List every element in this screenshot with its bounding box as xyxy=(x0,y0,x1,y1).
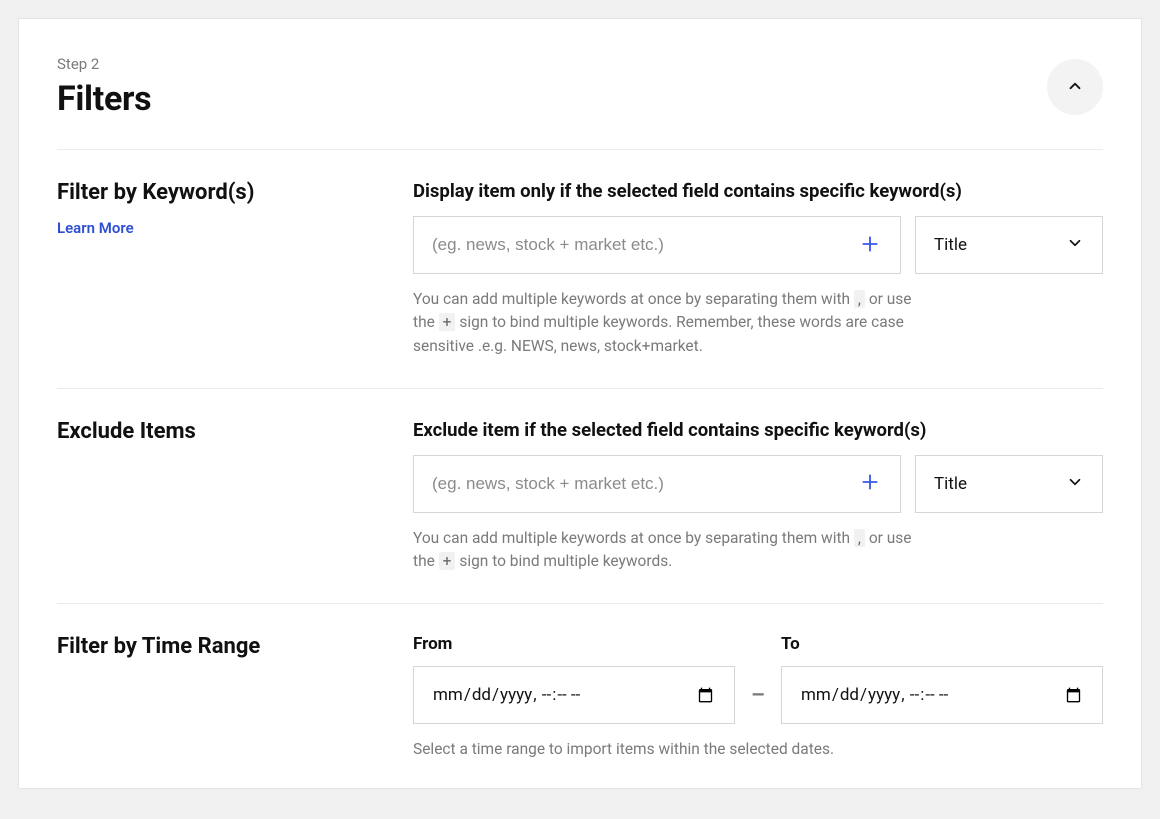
kbd-comma: , xyxy=(854,290,865,308)
from-label: From xyxy=(413,634,735,654)
from-date-input[interactable] xyxy=(413,666,735,724)
exclude-field-select[interactable]: Title xyxy=(915,455,1103,513)
select-value: Title xyxy=(934,474,967,494)
kbd-plus: + xyxy=(439,552,456,570)
exclude-keyword-input[interactable] xyxy=(432,474,858,494)
section-title-keywords: Filter by Keyword(s) xyxy=(57,180,413,205)
from-date-group: From xyxy=(413,634,735,724)
select-value: Title xyxy=(934,235,967,255)
section-right: Display item only if the selected field … xyxy=(413,180,1103,358)
to-label: To xyxy=(781,634,1103,654)
chevron-down-icon xyxy=(1066,234,1084,256)
keyword-input-wrapper xyxy=(413,216,901,274)
add-exclude-keyword-button[interactable] xyxy=(858,472,882,495)
filters-card: Step 2 Filters Filter by Keyword(s) Lear… xyxy=(18,18,1142,789)
date-row: From – To xyxy=(413,634,1103,724)
input-row: Title xyxy=(413,216,1103,274)
section-exclude-items: Exclude Items Exclude item if the select… xyxy=(57,389,1103,605)
page-title: Filters xyxy=(57,79,151,119)
time-range-help-text: Select a time range to import items with… xyxy=(413,738,1103,761)
keyword-help-text: You can add multiple keywords at once by… xyxy=(413,288,913,358)
step-label: Step 2 xyxy=(57,55,151,73)
kbd-plus: + xyxy=(439,313,456,331)
section-right: Exclude item if the selected field conta… xyxy=(413,419,1103,574)
kbd-comma: , xyxy=(854,529,865,547)
collapse-button[interactable] xyxy=(1047,59,1103,115)
section-title-exclude: Exclude Items xyxy=(57,419,413,444)
to-date-group: To xyxy=(781,634,1103,724)
card-header: Step 2 Filters xyxy=(57,55,1103,150)
plus-icon xyxy=(860,234,880,257)
section-title-time-range: Filter by Time Range xyxy=(57,634,413,659)
field-heading-keywords: Display item only if the selected field … xyxy=(413,180,1103,202)
date-separator: – xyxy=(751,666,765,724)
learn-more-link[interactable]: Learn More xyxy=(57,219,134,237)
chevron-down-icon xyxy=(1066,473,1084,495)
field-heading-exclude: Exclude item if the selected field conta… xyxy=(413,419,1103,441)
exclude-help-text: You can add multiple keywords at once by… xyxy=(413,527,913,574)
section-left: Filter by Keyword(s) Learn More xyxy=(57,180,413,358)
to-date-input[interactable] xyxy=(781,666,1103,724)
header-text-group: Step 2 Filters xyxy=(57,55,151,119)
add-keyword-button[interactable] xyxy=(858,234,882,257)
keyword-input[interactable] xyxy=(432,235,858,255)
section-time-range: Filter by Time Range From – To Select a … xyxy=(57,604,1103,767)
chevron-up-icon xyxy=(1066,77,1084,98)
section-right: From – To Select a time range to import … xyxy=(413,634,1103,761)
section-left: Filter by Time Range xyxy=(57,634,413,761)
exclude-input-wrapper xyxy=(413,455,901,513)
section-filter-keywords: Filter by Keyword(s) Learn More Display … xyxy=(57,150,1103,389)
input-row: Title xyxy=(413,455,1103,513)
section-left: Exclude Items xyxy=(57,419,413,574)
plus-icon xyxy=(860,472,880,495)
keyword-field-select[interactable]: Title xyxy=(915,216,1103,274)
